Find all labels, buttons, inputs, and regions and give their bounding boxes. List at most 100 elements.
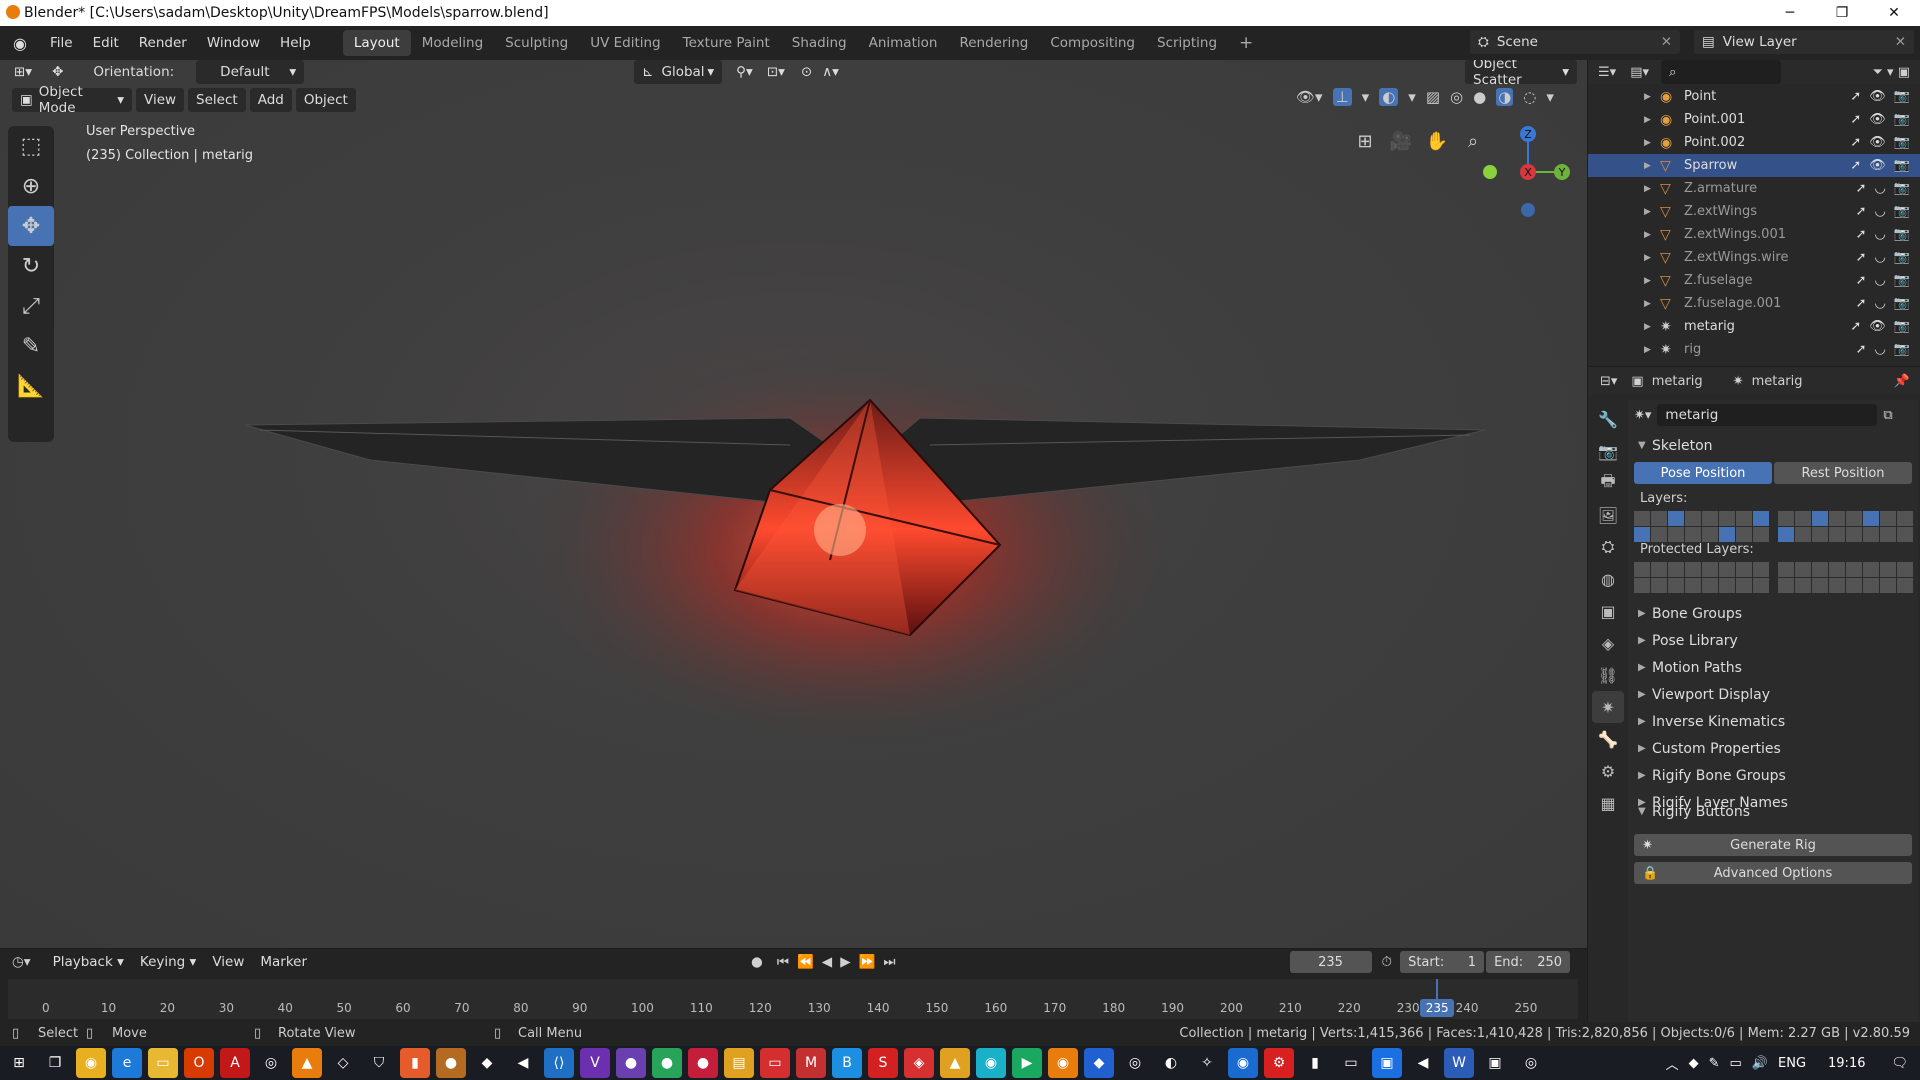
select-arrow-icon[interactable]: ➚ [1850,158,1861,173]
modifier-tab-icon[interactable]: ◈ [1592,627,1624,659]
overlay-toggle-icon[interactable]: ◐ [1379,88,1399,106]
outliner-row[interactable]: ▶ ▽ Z.extWings.wire ➚ ◡ 📷 [1588,246,1920,269]
tab-scripting[interactable]: Scripting [1146,30,1228,56]
camera-icon[interactable]: 📷 [1894,89,1910,104]
app-icon-21[interactable]: ⚙ [1264,1048,1294,1078]
gizmo-neg-z[interactable] [1521,203,1535,217]
outliner-row[interactable]: ▶ ✷ metarig ➚ 👁 📷 [1588,315,1920,338]
expand-arrow-icon[interactable]: ▶ [1644,138,1651,148]
timeline-menu-playback[interactable]: Playback ▾ [45,950,132,974]
viewport-menu-object[interactable]: Object [295,88,356,112]
layers-grid-a[interactable] [1634,511,1769,542]
eye-icon[interactable]: 👁 [1869,112,1886,127]
scale-icon[interactable]: ⤢ [8,286,54,326]
select-arrow-icon[interactable]: ➚ [1856,181,1867,196]
app-icon-10[interactable]: B [832,1048,862,1078]
clock[interactable]: 19:16 [1828,1056,1865,1071]
viewport-menu-view[interactable]: View [136,88,185,112]
orientation-dropdown[interactable]: Default ▾ [196,60,305,84]
tab-animation[interactable]: Animation [858,30,949,56]
timeline-menu-view[interactable]: View [204,950,252,974]
collapsed-panel-header[interactable]: ▶ Motion Paths [1628,654,1918,681]
world-tab-icon[interactable]: ◍ [1592,563,1624,595]
armature-data-icon[interactable]: ✷▾ [1634,408,1651,423]
collapsed-panel-header[interactable]: ▶ Bone Groups [1628,600,1918,627]
pan-hand-icon[interactable]: ✋ [1422,126,1452,156]
camera-view-icon[interactable]: 🎥 [1386,126,1416,156]
current-frame-field[interactable]: 235 [1289,951,1372,973]
pose-position-button[interactable]: Pose Position [1634,462,1772,484]
eye-icon[interactable]: ◡ [1874,342,1885,357]
scene-close-icon[interactable]: ✕ [1661,34,1672,50]
object-mode-dropdown[interactable]: ▣ Object Mode ▾ [12,84,132,116]
outliner-row[interactable]: ▶ ▽ Sparrow ➚ 👁 📷 [1588,154,1920,177]
display-mode-icon[interactable]: ▤▾ [1630,65,1649,80]
blender-menu-icon[interactable]: ◉ [0,34,40,53]
snap-icon[interactable]: ⊡▾ [767,64,785,80]
eye-icon[interactable]: ◡ [1874,181,1885,196]
advanced-options-button[interactable]: 🔒 Advanced Options [1634,862,1912,884]
select-arrow-icon[interactable]: ➚ [1856,296,1867,311]
pivot-icon[interactable]: ⚲▾ [736,64,753,80]
app-icon-2[interactable]: ▮ [400,1048,430,1078]
camera-icon[interactable]: 📷 [1894,342,1910,357]
falloff-icon[interactable]: ∧▾ [822,64,839,80]
playhead-line[interactable] [1436,979,1439,1001]
timeline-track[interactable]: 0 10 20 30 40 50 60 70 80 90 100 110 120 130 140 150 160… [8,979,1578,1019]
app-icon-16[interactable]: ◆ [1084,1048,1114,1078]
bone-tab-icon[interactable]: 🦴 [1592,723,1624,755]
protected-layers-grid-a[interactable] [1634,562,1769,593]
properties-editor-icon[interactable]: ⊟▾ [1600,374,1617,389]
firefox-icon[interactable]: ● [436,1048,466,1078]
render-tab-icon[interactable]: 📷 [1592,435,1624,467]
timeline-editor-icon[interactable]: ◷▾ [12,954,31,970]
app-icon-25[interactable]: ◀ [1408,1048,1438,1078]
menu-file[interactable]: File [40,35,83,51]
navigation-gizmo[interactable]: Z Y X [1476,122,1576,222]
select-arrow-icon[interactable]: ➚ [1856,227,1867,242]
expand-arrow-icon[interactable]: ▶ [1644,276,1651,286]
chevron-down-icon[interactable]: ▾ [1362,88,1370,106]
tab-compositing[interactable]: Compositing [1039,30,1146,56]
menu-edit[interactable]: Edit [83,35,129,51]
select-arrow-icon[interactable]: ➚ [1850,112,1861,127]
annotate-icon[interactable]: ✎ [8,326,54,366]
tab-modeling[interactable]: Modeling [411,30,494,56]
select-box-icon[interactable]: ⬚ [8,126,54,166]
jump-end-icon[interactable]: ⏭ [883,954,895,970]
app-icon-19[interactable]: ✧ [1192,1048,1222,1078]
tab-layout[interactable]: Layout [342,30,411,56]
camera-icon[interactable]: 📷 [1894,181,1910,196]
tab-texture-paint[interactable]: Texture Paint [672,30,781,56]
output-tab-icon[interactable]: 🖶 [1592,467,1624,499]
move-icon[interactable]: ✥ [8,206,54,246]
select-arrow-icon[interactable]: ➚ [1856,273,1867,288]
expand-arrow-icon[interactable]: ▶ [1644,115,1651,125]
measure-icon[interactable]: 📐 [8,366,54,406]
data-tab-icon[interactable]: ✷ [1592,691,1624,723]
layers-grid-b[interactable] [1778,511,1913,542]
timeline-menu-marker[interactable]: Marker [252,950,315,974]
select-arrow-icon[interactable]: ➚ [1856,204,1867,219]
view-layer-close-icon[interactable]: ✕ [1895,34,1906,50]
outliner-row[interactable]: ▶ ✷ rig ➚ ◡ 📷 [1588,338,1920,361]
bone-constraint-tab-icon[interactable]: ⚙ [1592,755,1624,787]
select-arrow-icon[interactable]: ➚ [1850,89,1861,104]
app-icon-17[interactable]: ◎ [1120,1048,1150,1078]
camera-icon[interactable]: 📷 [1894,296,1910,311]
outliner-row[interactable]: ▶ ◉ Point.001 ➚ 👁 📷 [1588,108,1920,131]
rigify-buttons-panel-header[interactable]: ▼ Rigify Buttons [1628,798,1918,825]
stopwatch-icon[interactable]: ⏱ [1382,954,1393,970]
outliner-row[interactable]: ▶ ◉ Point.002 ➚ 👁 📷 [1588,131,1920,154]
expand-arrow-icon[interactable]: ▶ [1644,322,1651,332]
outliner-row[interactable]: ▶ ▽ Z.extWings.001 ➚ ◡ 📷 [1588,223,1920,246]
outliner-row[interactable]: ▶ ▽ Z.fuselage.001 ➚ ◡ 📷 [1588,292,1920,315]
word-icon[interactable]: W [1444,1048,1474,1078]
end-frame-field[interactable]: End: 250 [1486,951,1571,973]
wireframe-shading-icon[interactable]: ◎ [1450,88,1463,106]
task-view-icon[interactable]: ❐ [40,1048,70,1078]
menu-render[interactable]: Render [129,35,197,51]
edge-icon[interactable]: e [112,1048,142,1078]
select-arrow-icon[interactable]: ➚ [1856,250,1867,265]
app-icon-3[interactable]: ◀ [508,1048,538,1078]
